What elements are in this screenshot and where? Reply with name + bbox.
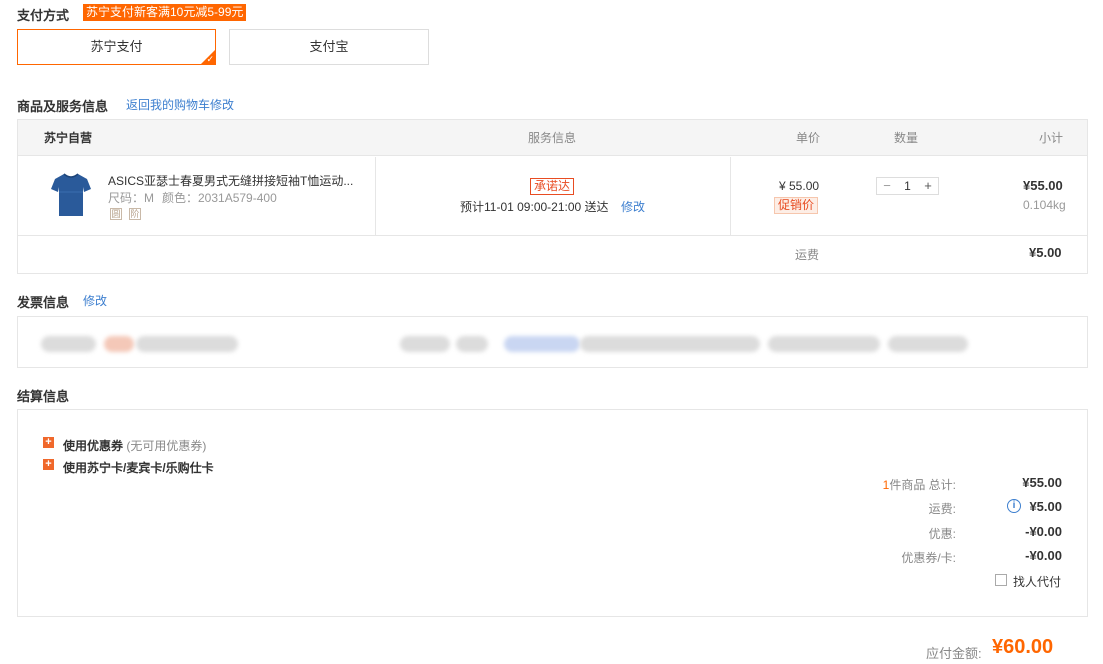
coupon-card-label: 优惠券/卡: <box>901 551 956 565</box>
delivery-edit-link[interactable]: 修改 <box>621 198 645 215</box>
discount-label: 优惠: <box>928 527 956 541</box>
payment-promo-badge: 苏宁支付新客满10元减5-99元 <box>83 4 247 21</box>
pay-option-alipay[interactable]: 支付宝 <box>229 29 429 65</box>
use-coupon-toggle[interactable]: 使用优惠券 (无可用优惠券) <box>63 437 206 454</box>
item-subtotal: ¥55.00 <box>1023 178 1063 193</box>
coupon-note: (无可用优惠券) <box>126 439 207 453</box>
delivery-estimate: 预计11-01 09:00-21:00 送达 <box>460 200 609 214</box>
column-divider <box>375 157 376 235</box>
item-weight: 0.104kg <box>1023 198 1066 212</box>
proxy-pay-label[interactable]: 找人代付 <box>1013 573 1061 590</box>
blurred-text <box>400 336 450 352</box>
blurred-text <box>41 336 96 352</box>
quantity-input[interactable]: 1 <box>897 178 918 194</box>
shipping-value: ¥5.00 <box>1029 245 1062 260</box>
product-tag-icon: 阶 <box>129 208 141 220</box>
settlement-title: 结算信息 <box>17 389 70 404</box>
store-name: 苏宁自营 <box>44 131 93 145</box>
header-subtotal: 小计 <box>1039 131 1064 145</box>
back-to-cart-link[interactable]: 返回我的购物车修改 <box>126 96 234 113</box>
use-card-toggle[interactable]: 使用苏宁卡/麦宾卡/乐购仕卡 <box>63 459 214 476</box>
info-icon[interactable]: i <box>1007 499 1021 513</box>
product-size: 尺码：M <box>108 191 154 205</box>
service-tag: 承诺达 <box>530 178 575 195</box>
payable-label: 应付金额: <box>926 646 982 661</box>
product-name-link[interactable]: ASICS亚瑟士春夏男式无缝拼接短袖T恤运动... <box>108 172 353 189</box>
total-label: 件商品 总计: <box>889 478 956 492</box>
product-color: 颜色：2031A579-400 <box>162 191 277 205</box>
total-value: ¥55.00 <box>1022 475 1062 490</box>
column-divider <box>730 157 731 235</box>
product-tag-icon: 圆 <box>110 208 122 220</box>
pay-option-label: 支付宝 <box>309 39 349 54</box>
goods-title: 商品及服务信息 <box>17 99 109 114</box>
shipping-summary-value: ¥5.00 <box>1029 499 1062 514</box>
coupon-label: 使用优惠券 <box>63 439 124 453</box>
payment-title: 支付方式 <box>17 8 70 23</box>
goods-table-header: 苏宁自营 服务信息 单价 数量 小计 <box>18 120 1087 156</box>
total-count-label: 1件商品 总计: <box>858 476 956 493</box>
shipping-label: 运费 <box>795 248 820 262</box>
discount-value: -¥0.00 <box>1025 524 1062 539</box>
quantity-increase-button[interactable]: + <box>918 178 938 194</box>
expand-plus-icon[interactable]: + <box>43 437 54 448</box>
blurred-text <box>768 336 880 352</box>
settlement-box: + 使用优惠券 (无可用优惠券) + 使用苏宁卡/麦宾卡/乐购仕卡 1件商品 总… <box>17 409 1088 617</box>
product-image[interactable] <box>51 172 91 218</box>
blurred-text <box>888 336 968 352</box>
blurred-text <box>580 336 760 352</box>
blurred-text <box>104 336 134 352</box>
proxy-pay-checkbox[interactable] <box>995 574 1007 586</box>
shipping-summary-label: 运费: <box>928 502 956 516</box>
goods-table: 苏宁自营 服务信息 单价 数量 小计 ASICS亚瑟士春夏男式无缝拼接短袖T恤运… <box>17 119 1088 274</box>
promo-price-tag: 促销价 <box>774 197 819 214</box>
blurred-text <box>456 336 488 352</box>
pay-option-label: 苏宁支付 <box>90 39 143 54</box>
quantity-stepper: − 1 + <box>876 177 939 195</box>
pay-option-suning[interactable]: 苏宁支付 ✓ <box>17 29 216 65</box>
payable-amount: ¥60.00 <box>992 636 1054 658</box>
quantity-decrease-button[interactable]: − <box>877 178 897 194</box>
unit-price: ¥ 55.00 <box>779 179 820 193</box>
header-quantity: 数量 <box>894 131 919 145</box>
check-icon: ✓ <box>206 54 214 64</box>
invoice-box <box>17 316 1088 368</box>
row-divider <box>18 235 1087 236</box>
expand-plus-icon[interactable]: + <box>43 459 54 470</box>
blurred-text <box>136 336 238 352</box>
invoice-edit-link[interactable]: 修改 <box>83 292 107 309</box>
header-service: 服务信息 <box>528 131 577 145</box>
blurred-text <box>504 336 580 352</box>
header-unit-price: 单价 <box>796 131 821 145</box>
table-row: ASICS亚瑟士春夏男式无缝拼接短袖T恤运动... 尺码：M 颜色：2031A5… <box>18 157 1087 235</box>
coupon-card-value: -¥0.00 <box>1025 548 1062 563</box>
invoice-title: 发票信息 <box>17 295 70 310</box>
